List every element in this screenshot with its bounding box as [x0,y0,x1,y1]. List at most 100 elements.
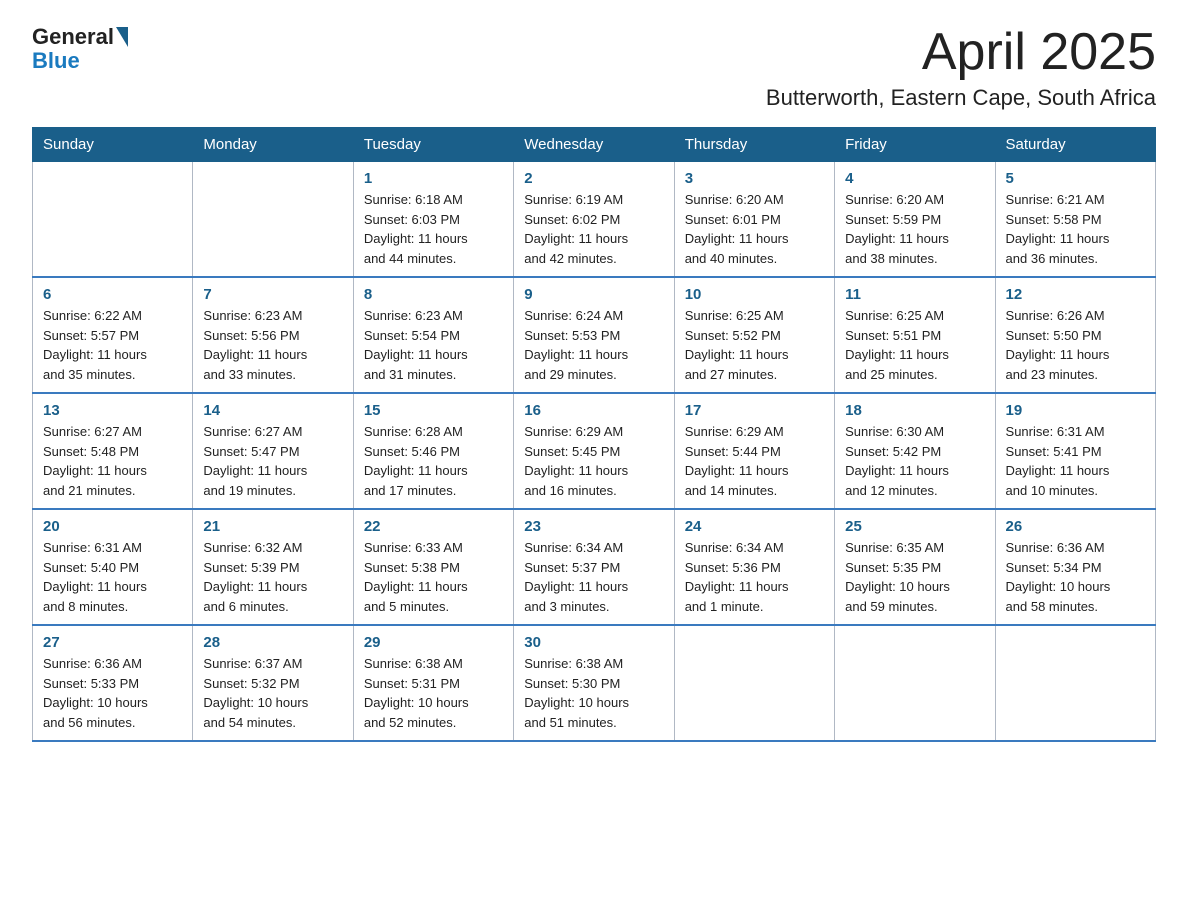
calendar-cell: 26 Sunrise: 6:36 AM Sunset: 5:34 PM Dayli… [995,509,1155,625]
calendar-cell: 10 Sunrise: 6:25 AM Sunset: 5:52 PM Dayli… [674,277,834,393]
day-info: Sunrise: 6:23 AM Sunset: 5:54 PM Dayligh… [364,306,503,384]
calendar-cell: 28 Sunrise: 6:37 AM Sunset: 5:32 PM Dayli… [193,625,353,741]
day-info: Sunrise: 6:27 AM Sunset: 5:47 PM Dayligh… [203,422,342,500]
calendar-cell [193,162,353,278]
calendar-cell: 3 Sunrise: 6:20 AM Sunset: 6:01 PM Daylig… [674,162,834,278]
calendar-cell: 27 Sunrise: 6:36 AM Sunset: 5:33 PM Dayli… [33,625,193,741]
day-info: Sunrise: 6:23 AM Sunset: 5:56 PM Dayligh… [203,306,342,384]
calendar-week-row: 20Sunrise: 6:31 AM Sunset: 5:40 PM Dayli… [33,509,1156,625]
day-number: 4 [845,170,984,187]
calendar-cell [674,625,834,741]
weekday-header-friday: Friday [835,128,995,162]
calendar-cell: 11 Sunrise: 6:25 AM Sunset: 5:51 PM Dayli… [835,277,995,393]
day-number: 26 [1006,518,1145,535]
calendar-cell: 4Sunrise: 6:20 AM Sunset: 5:59 PM Daylig… [835,162,995,278]
day-info: Sunrise: 6:18 AM Sunset: 6:03 PM Dayligh… [364,190,503,268]
day-info: Sunrise: 6:34 AM Sunset: 5:36 PM Dayligh… [685,538,824,616]
day-info: Sunrise: 6:20 AM Sunset: 6:01 PM Dayligh… [685,190,824,268]
day-number: 14 [203,402,342,419]
day-number: 6 [43,286,182,303]
day-info: Sunrise: 6:31 AM Sunset: 5:40 PM Dayligh… [43,538,182,616]
day-number: 18 [845,402,984,419]
day-number: 29 [364,634,503,651]
calendar-cell: 29 Sunrise: 6:38 AM Sunset: 5:31 PM Dayli… [353,625,513,741]
calendar-cell: 1Sunrise: 6:18 AM Sunset: 6:03 PM Daylig… [353,162,513,278]
weekday-header-thursday: Thursday [674,128,834,162]
calendar-cell: 5Sunrise: 6:21 AM Sunset: 5:58 PM Daylig… [995,162,1155,278]
day-info: Sunrise: 6:31 AM Sunset: 5:41 PM Dayligh… [1006,422,1145,500]
weekday-header-monday: Monday [193,128,353,162]
day-number: 24 [685,518,824,535]
logo-general-text: General [32,24,114,50]
day-number: 9 [524,286,663,303]
weekday-header-sunday: Sunday [33,128,193,162]
day-number: 3 [685,170,824,187]
day-info: Sunrise: 6:38 AM Sunset: 5:31 PM Dayligh… [364,654,503,732]
weekday-header-wednesday: Wednesday [514,128,674,162]
day-number: 12 [1006,286,1145,303]
calendar-cell: 25Sunrise: 6:35 AM Sunset: 5:35 PM Dayli… [835,509,995,625]
calendar-cell: 6 Sunrise: 6:22 AM Sunset: 5:57 PM Daylig… [33,277,193,393]
day-info: Sunrise: 6:34 AM Sunset: 5:37 PM Dayligh… [524,538,663,616]
calendar-cell [995,625,1155,741]
day-info: Sunrise: 6:38 AM Sunset: 5:30 PM Dayligh… [524,654,663,732]
calendar-cell [33,162,193,278]
day-info: Sunrise: 6:37 AM Sunset: 5:32 PM Dayligh… [203,654,342,732]
day-info: Sunrise: 6:36 AM Sunset: 5:33 PM Dayligh… [43,654,182,732]
day-info: Sunrise: 6:25 AM Sunset: 5:52 PM Dayligh… [685,306,824,384]
logo: General Blue [32,24,128,72]
day-info: Sunrise: 6:25 AM Sunset: 5:51 PM Dayligh… [845,306,984,384]
calendar-cell: 7 Sunrise: 6:23 AM Sunset: 5:56 PM Daylig… [193,277,353,393]
day-info: Sunrise: 6:29 AM Sunset: 5:45 PM Dayligh… [524,422,663,500]
day-number: 11 [845,286,984,303]
day-info: Sunrise: 6:26 AM Sunset: 5:50 PM Dayligh… [1006,306,1145,384]
day-info: Sunrise: 6:22 AM Sunset: 5:57 PM Dayligh… [43,306,182,384]
day-info: Sunrise: 6:29 AM Sunset: 5:44 PM Dayligh… [685,422,824,500]
calendar-cell: 23 Sunrise: 6:34 AM Sunset: 5:37 PM Dayli… [514,509,674,625]
day-number: 7 [203,286,342,303]
calendar-body: 1Sunrise: 6:18 AM Sunset: 6:03 PM Daylig… [33,162,1156,742]
day-info: Sunrise: 6:19 AM Sunset: 6:02 PM Dayligh… [524,190,663,268]
day-number: 15 [364,402,503,419]
location-title: Butterworth, Eastern Cape, South Africa [766,85,1156,111]
day-number: 21 [203,518,342,535]
day-number: 16 [524,402,663,419]
day-number: 22 [364,518,503,535]
month-title: April 2025 [766,24,1156,81]
day-info: Sunrise: 6:33 AM Sunset: 5:38 PM Dayligh… [364,538,503,616]
calendar-cell: 2Sunrise: 6:19 AM Sunset: 6:02 PM Daylig… [514,162,674,278]
day-number: 17 [685,402,824,419]
day-number: 13 [43,402,182,419]
day-info: Sunrise: 6:32 AM Sunset: 5:39 PM Dayligh… [203,538,342,616]
calendar-table: SundayMondayTuesdayWednesdayThursdayFrid… [32,127,1156,742]
calendar-cell: 21 Sunrise: 6:32 AM Sunset: 5:39 PM Dayli… [193,509,353,625]
calendar-cell: 17 Sunrise: 6:29 AM Sunset: 5:44 PM Dayli… [674,393,834,509]
day-number: 30 [524,634,663,651]
day-info: Sunrise: 6:21 AM Sunset: 5:58 PM Dayligh… [1006,190,1145,268]
calendar-cell: 8Sunrise: 6:23 AM Sunset: 5:54 PM Daylig… [353,277,513,393]
weekday-header-row: SundayMondayTuesdayWednesdayThursdayFrid… [33,128,1156,162]
day-number: 10 [685,286,824,303]
calendar-cell: 22 Sunrise: 6:33 AM Sunset: 5:38 PM Dayli… [353,509,513,625]
day-info: Sunrise: 6:24 AM Sunset: 5:53 PM Dayligh… [524,306,663,384]
day-number: 25 [845,518,984,535]
day-number: 23 [524,518,663,535]
weekday-header-tuesday: Tuesday [353,128,513,162]
calendar-cell: 20Sunrise: 6:31 AM Sunset: 5:40 PM Dayli… [33,509,193,625]
calendar-cell: 18 Sunrise: 6:30 AM Sunset: 5:42 PM Dayli… [835,393,995,509]
calendar-week-row: 6 Sunrise: 6:22 AM Sunset: 5:57 PM Daylig… [33,277,1156,393]
day-info: Sunrise: 6:27 AM Sunset: 5:48 PM Dayligh… [43,422,182,500]
day-number: 28 [203,634,342,651]
calendar-week-row: 13 Sunrise: 6:27 AM Sunset: 5:48 PM Dayli… [33,393,1156,509]
day-number: 27 [43,634,182,651]
calendar-cell: 30 Sunrise: 6:38 AM Sunset: 5:30 PM Dayli… [514,625,674,741]
calendar-cell: 13 Sunrise: 6:27 AM Sunset: 5:48 PM Dayli… [33,393,193,509]
day-info: Sunrise: 6:30 AM Sunset: 5:42 PM Dayligh… [845,422,984,500]
logo-triangle-icon [116,27,128,47]
logo-blue-text: Blue [32,50,80,72]
calendar-cell: 24 Sunrise: 6:34 AM Sunset: 5:36 PM Dayli… [674,509,834,625]
day-info: Sunrise: 6:36 AM Sunset: 5:34 PM Dayligh… [1006,538,1145,616]
title-block: April 2025 Butterworth, Eastern Cape, So… [766,24,1156,111]
calendar-week-row: 1Sunrise: 6:18 AM Sunset: 6:03 PM Daylig… [33,162,1156,278]
calendar-cell: 19Sunrise: 6:31 AM Sunset: 5:41 PM Dayli… [995,393,1155,509]
